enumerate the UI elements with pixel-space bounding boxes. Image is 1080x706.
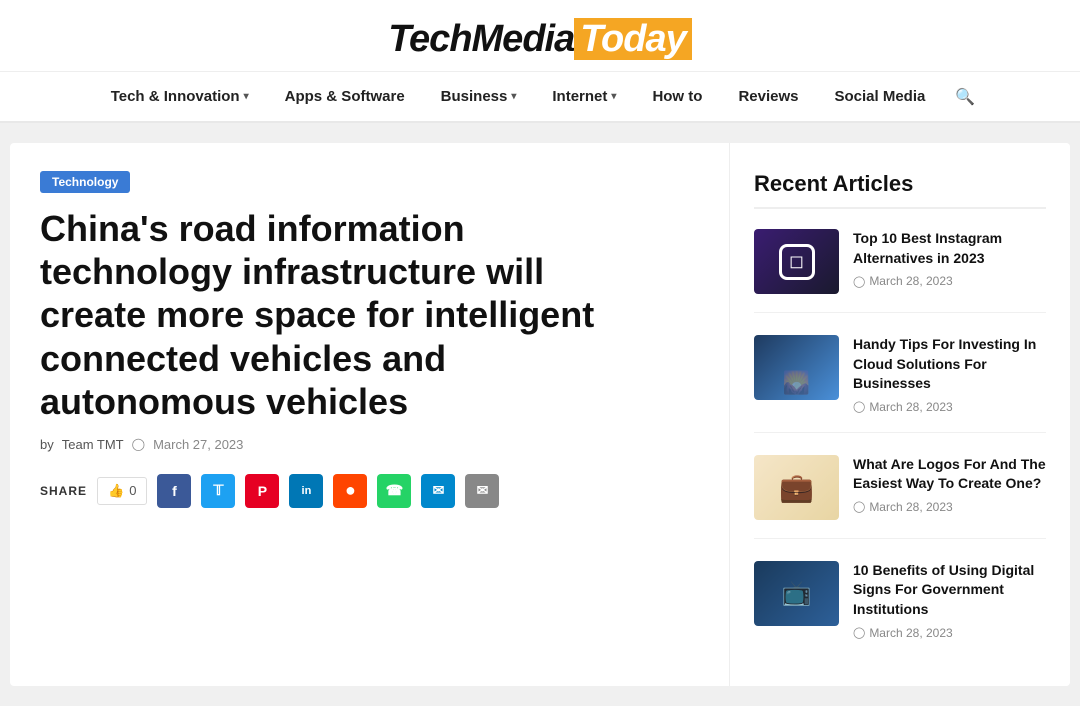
clock-icon: ◯ — [132, 437, 145, 451]
clock-icon: ◯ — [853, 626, 865, 639]
nav-item-internet[interactable]: Internet ▾ — [534, 82, 634, 111]
reddit-share-button[interactable]: ● — [333, 474, 367, 508]
article-date-3: ◯ March 28, 2023 — [853, 500, 1046, 514]
article-info-4: 10 Benefits of Using Digital Signs For G… — [853, 561, 1046, 640]
pinterest-share-button[interactable]: P — [245, 474, 279, 508]
logo-tech: Tech — [388, 18, 471, 60]
instagram-icon: ◻ — [779, 244, 815, 280]
logo-today: Today — [574, 18, 692, 60]
author-name[interactable]: Team TMT — [62, 437, 124, 452]
recent-article-1[interactable]: ◻ Top 10 Best Instagram Alternatives in … — [754, 229, 1046, 313]
chevron-down-icon: ▾ — [611, 91, 616, 102]
recent-article-title-2[interactable]: Handy Tips For Investing In Cloud Soluti… — [853, 335, 1046, 394]
recent-article-title-1[interactable]: Top 10 Best Instagram Alternatives in 20… — [853, 229, 1046, 268]
search-icon[interactable]: 🔍 — [943, 83, 987, 112]
nav-item-reviews[interactable]: Reviews — [720, 82, 816, 111]
article-date-4: ◯ March 28, 2023 — [853, 626, 1046, 640]
article-date-2: ◯ March 28, 2023 — [853, 400, 1046, 414]
article-thumb-4: 📺 — [754, 561, 839, 626]
date-text-2: March 28, 2023 — [869, 400, 952, 414]
nav-item-tech-innovation[interactable]: Tech & Innovation ▾ — [93, 82, 267, 111]
screen-icon: 📺 — [782, 579, 812, 608]
nav-item-social-media[interactable]: Social Media — [816, 82, 943, 111]
chevron-down-icon: ▾ — [244, 91, 249, 102]
clock-icon: ◯ — [853, 275, 865, 288]
nav-link-tech-innovation[interactable]: Tech & Innovation ▾ — [93, 82, 267, 111]
thumbs-up-icon: 👍 — [108, 483, 124, 499]
main-navigation: Tech & Innovation ▾ Apps & Software Busi… — [0, 72, 1080, 123]
nav-item-business[interactable]: Business ▾ — [423, 82, 535, 111]
article-info-2: Handy Tips For Investing In Cloud Soluti… — [853, 335, 1046, 414]
clock-icon: ◯ — [853, 400, 865, 413]
clock-icon: ◯ — [853, 500, 865, 513]
share-label: SHARE — [40, 484, 87, 498]
like-count: 0 — [129, 483, 136, 498]
date-text-3: March 28, 2023 — [869, 500, 952, 514]
category-badge[interactable]: Technology — [40, 171, 130, 193]
share-bar: SHARE 👍 0 f 𝕋 P in ● ☎ ✉ ✉ — [40, 474, 699, 508]
nav-link-business[interactable]: Business ▾ — [423, 82, 535, 111]
linkedin-share-button[interactable]: in — [289, 474, 323, 508]
article-title: China's road information technology infr… — [40, 207, 600, 423]
cloud-city-icon: 🌄 — [783, 370, 810, 396]
recent-article-3[interactable]: 💼 What Are Logos For And The Easiest Way… — [754, 455, 1046, 539]
by-label: by — [40, 437, 54, 452]
nav-link-internet[interactable]: Internet ▾ — [534, 82, 634, 111]
nav-link-reviews[interactable]: Reviews — [720, 82, 816, 111]
sidebar-title: Recent Articles — [754, 171, 1046, 209]
desk-icon: 💼 — [779, 471, 814, 504]
nav-link-howto[interactable]: How to — [634, 82, 720, 111]
logo-media: Media — [472, 18, 575, 60]
nav-item-apps-software[interactable]: Apps & Software — [267, 82, 423, 111]
nav-link-social-media[interactable]: Social Media — [816, 82, 943, 111]
article-info-3: What Are Logos For And The Easiest Way T… — [853, 455, 1046, 520]
article-meta: by Team TMT ◯ March 27, 2023 — [40, 437, 699, 452]
whatsapp-share-button[interactable]: ☎ — [377, 474, 411, 508]
recent-article-title-4[interactable]: 10 Benefits of Using Digital Signs For G… — [853, 561, 1046, 620]
date-text-1: March 28, 2023 — [869, 274, 952, 288]
sidebar: Recent Articles ◻ Top 10 Best Instagram … — [730, 143, 1070, 686]
chevron-down-icon: ▾ — [511, 91, 516, 102]
facebook-share-button[interactable]: f — [157, 474, 191, 508]
date-text-4: March 28, 2023 — [869, 626, 952, 640]
like-button[interactable]: 👍 0 — [97, 477, 147, 505]
recent-article-4[interactable]: 📺 10 Benefits of Using Digital Signs For… — [754, 561, 1046, 658]
site-logo[interactable]: TechMediaToday — [388, 18, 691, 61]
article-thumb-1: ◻ — [754, 229, 839, 294]
page-wrapper: Technology China's road information tech… — [10, 143, 1070, 686]
telegram-share-button[interactable]: ✉ — [421, 474, 455, 508]
article-date: March 27, 2023 — [153, 437, 243, 452]
site-header: TechMediaToday — [0, 0, 1080, 72]
main-content: Technology China's road information tech… — [10, 143, 730, 686]
twitter-share-button[interactable]: 𝕋 — [201, 474, 235, 508]
recent-article-2[interactable]: 🌄 Handy Tips For Investing In Cloud Solu… — [754, 335, 1046, 433]
article-thumb-3: 💼 — [754, 455, 839, 520]
nav-link-apps-software[interactable]: Apps & Software — [267, 82, 423, 111]
email-share-button[interactable]: ✉ — [465, 474, 499, 508]
nav-search[interactable]: 🔍 — [943, 87, 987, 107]
article-date-1: ◯ March 28, 2023 — [853, 274, 1046, 288]
article-info-1: Top 10 Best Instagram Alternatives in 20… — [853, 229, 1046, 294]
recent-article-title-3[interactable]: What Are Logos For And The Easiest Way T… — [853, 455, 1046, 494]
article-thumb-2: 🌄 — [754, 335, 839, 400]
nav-item-howto[interactable]: How to — [634, 82, 720, 111]
